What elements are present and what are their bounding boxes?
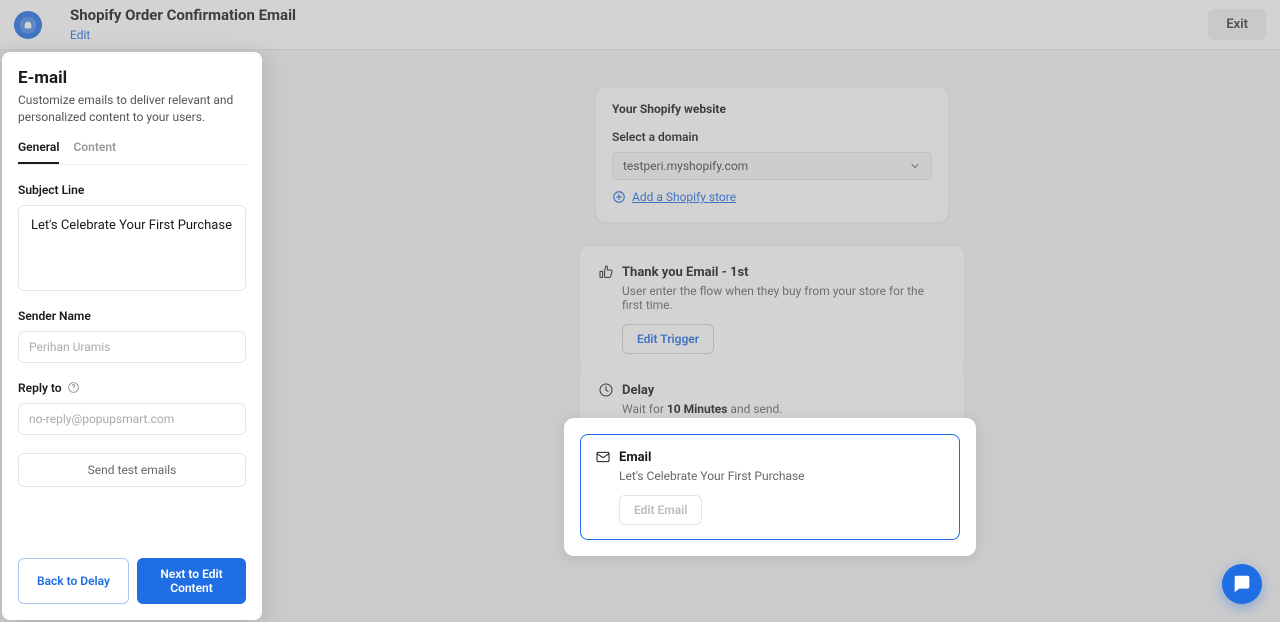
edit-email-button[interactable]: Edit Email <box>619 495 702 525</box>
email-card-inner: Email Let's Celebrate Your First Purchas… <box>580 434 960 540</box>
chat-icon <box>1231 573 1253 595</box>
email-card: Email Let's Celebrate Your First Purchas… <box>564 418 976 556</box>
email-settings-panel: E-mail Customize emails to deliver relev… <box>2 52 262 620</box>
help-icon <box>67 381 80 394</box>
chat-widget[interactable] <box>1222 564 1262 604</box>
panel-tabs: General Content <box>18 140 246 165</box>
send-test-button[interactable]: Send test emails <box>18 453 246 487</box>
subject-input[interactable] <box>18 205 246 291</box>
email-title: Email <box>619 450 651 465</box>
replyto-label: Reply to <box>18 381 246 395</box>
panel-title: E-mail <box>18 68 246 88</box>
mail-icon <box>595 449 611 465</box>
next-button[interactable]: Next to Edit Content <box>137 558 246 604</box>
panel-subtitle: Customize emails to deliver relevant and… <box>18 92 246 126</box>
replyto-input[interactable] <box>18 403 246 435</box>
panel-footer: Back to Delay Next to Edit Content <box>18 558 246 604</box>
email-title-row: Email <box>595 449 945 465</box>
tab-content[interactable]: Content <box>73 140 116 164</box>
replyto-label-text: Reply to <box>18 381 62 395</box>
back-button[interactable]: Back to Delay <box>18 558 129 604</box>
sender-input[interactable] <box>18 331 246 363</box>
tab-general[interactable]: General <box>18 140 59 164</box>
subject-label: Subject Line <box>18 183 246 197</box>
email-desc: Let's Celebrate Your First Purchase <box>619 469 945 483</box>
sender-label: Sender Name <box>18 309 246 323</box>
